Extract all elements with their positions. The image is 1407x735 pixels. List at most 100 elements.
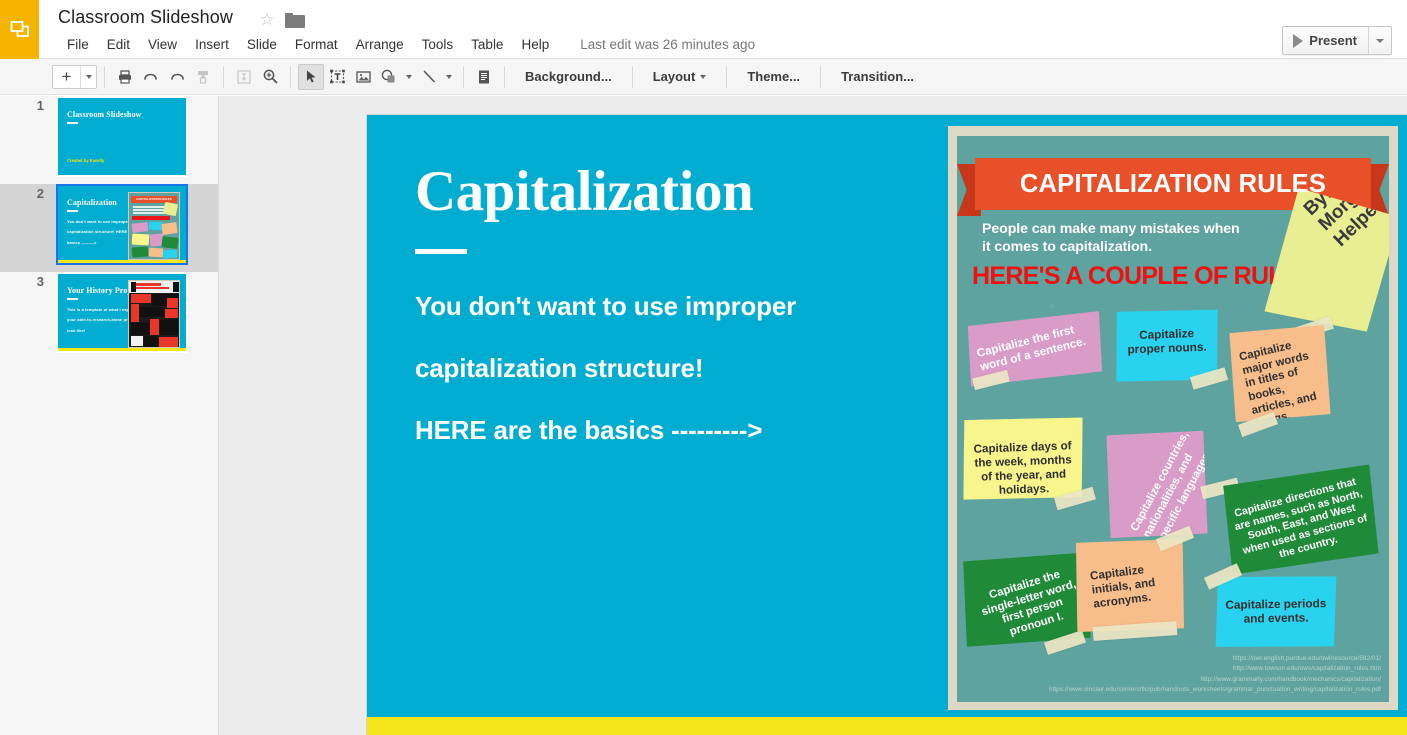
filmstrip-slide-2[interactable]: 2 Capitalization You don't want to use i… xyxy=(0,184,218,272)
thumbnail-accent-bar xyxy=(58,348,186,351)
redo-icon[interactable] xyxy=(164,64,190,90)
sticky-note-4-text: Capitalize days of the week, months of t… xyxy=(973,439,1072,497)
google-slides-window: Classroom Slideshow ☆ File Edit View Ins… xyxy=(0,0,1407,735)
thumbnail-poster-image xyxy=(128,280,180,348)
thumbnail-rule xyxy=(67,122,78,124)
line-icon[interactable] xyxy=(416,64,442,90)
edit-group xyxy=(112,64,216,90)
paint-format-icon[interactable] xyxy=(190,64,216,90)
menu-slide[interactable]: Slide xyxy=(238,35,286,54)
notes-group xyxy=(471,64,497,90)
new-slide-control: + xyxy=(52,64,97,89)
present-button-label: Present xyxy=(1309,33,1357,48)
play-icon xyxy=(1293,33,1304,48)
app-header: Classroom Slideshow ☆ File Edit View Ins… xyxy=(0,0,1407,59)
divider xyxy=(631,65,633,88)
divider xyxy=(504,65,505,88)
slide-thumbnail[interactable]: Capitalization You don't want to use imp… xyxy=(56,184,188,265)
select-icon[interactable] xyxy=(298,63,324,90)
source-link-1: https://owl.english.purdue.edu/owl/resou… xyxy=(1232,654,1381,662)
menu-help[interactable]: Help xyxy=(512,35,558,54)
divider xyxy=(820,65,822,88)
menu-table[interactable]: Table xyxy=(462,35,512,54)
last-edit-status[interactable]: Last edit was 26 minutes ago xyxy=(580,37,755,52)
shape-dropdown[interactable] xyxy=(402,64,416,90)
source-link-3: http://www.grammarly.com/handbook/mechan… xyxy=(1200,675,1381,683)
capitalization-rules-poster[interactable]: CAPITALIZATION RULES People can make man… xyxy=(948,126,1398,710)
thumbnail-poster-image: CAPITALIZATION RULES xyxy=(128,192,180,260)
slide-canvas[interactable]: Capitalization You don't want to use imp… xyxy=(219,96,1407,735)
menu-file[interactable]: File xyxy=(58,35,98,54)
menu-tools[interactable]: Tools xyxy=(413,35,463,54)
slide-number: 2 xyxy=(36,186,44,201)
image-icon[interactable] xyxy=(350,64,376,90)
line-dropdown[interactable] xyxy=(442,64,456,90)
insert-group xyxy=(298,63,456,90)
slide-body-line-1: You don't want to use improper xyxy=(415,291,797,321)
sticky-note-5: Capitalize countries, nationalities, and s… xyxy=(1103,429,1210,542)
document-title[interactable]: Classroom Slideshow xyxy=(58,7,233,28)
sticky-note-6: Capitalize directions that are names, su… xyxy=(1219,463,1384,578)
sticky-note-9-text: Capitalize periods and events. xyxy=(1225,596,1327,626)
undo-icon[interactable] xyxy=(138,64,164,90)
theme-button[interactable]: Theme... xyxy=(734,64,813,90)
menu-insert[interactable]: Insert xyxy=(186,35,238,54)
shape-icon[interactable] xyxy=(376,64,402,90)
sticky-note-9: Capitalize periods and events. xyxy=(1214,575,1337,649)
speaker-notes-icon[interactable] xyxy=(471,64,497,90)
slide-thumbnail-content: Your History Project This is a template … xyxy=(58,274,186,351)
slide-title-rule xyxy=(415,249,467,254)
new-slide-button[interactable]: + xyxy=(53,67,80,87)
divider xyxy=(223,65,224,88)
menu-format[interactable]: Format xyxy=(286,35,347,54)
slide-thumbnail-content: Classroom Slideshow Created by Easelly xyxy=(58,98,186,175)
menu-view[interactable]: View xyxy=(139,35,186,54)
folder-icon[interactable] xyxy=(285,13,305,28)
view-group xyxy=(231,64,283,90)
slide-filmstrip[interactable]: 1 Classroom Slideshow Created by Easelly… xyxy=(0,96,219,735)
slide-thumbnail[interactable]: Classroom Slideshow Created by Easelly xyxy=(56,96,188,177)
sticky-note-3: Capitalize major words in titles of book… xyxy=(1226,323,1333,425)
star-icon[interactable]: ☆ xyxy=(258,11,276,29)
chevron-down-icon xyxy=(85,74,92,79)
background-button[interactable]: Background... xyxy=(512,64,625,90)
sticky-note-8-text: Capitalize initials, and acronyms. xyxy=(1089,563,1156,611)
slide-thumbnail[interactable]: Your History Project This is a template … xyxy=(56,272,188,353)
print-icon[interactable] xyxy=(112,64,138,90)
sticky-note-2-text: Capitalize proper nouns. xyxy=(1127,326,1207,357)
divider xyxy=(726,65,728,88)
text-box-icon[interactable] xyxy=(324,64,350,90)
thumbnail-title: Capitalization xyxy=(67,198,117,207)
fit-to-window-icon[interactable] xyxy=(231,64,257,90)
slide-title[interactable]: Capitalization xyxy=(415,163,754,220)
source-link-4: https://www.sinclair.edu/centers/tlc/pub… xyxy=(1048,686,1381,694)
layout-button[interactable]: Layout xyxy=(640,64,720,90)
sticky-note-3-text: Capitalize major words in titles of book… xyxy=(1238,339,1318,417)
current-slide[interactable]: Capitalization You don't want to use imp… xyxy=(367,115,1407,735)
thumbnail-subtitle: Created by Easelly xyxy=(67,158,105,163)
layout-button-label: Layout xyxy=(652,69,696,84)
sticky-note-4: Capitalize days of the week, months of t… xyxy=(961,416,1086,502)
present-button[interactable]: Present xyxy=(1283,27,1369,54)
filmstrip-slide-3[interactable]: 3 Your History Project This is a templat… xyxy=(0,272,218,360)
chevron-down-icon xyxy=(406,74,412,79)
transition-button[interactable]: Transition... xyxy=(828,64,927,90)
divider xyxy=(104,65,105,88)
present-dropdown-button[interactable] xyxy=(1369,27,1391,54)
new-slide-dropdown[interactable] xyxy=(81,74,96,79)
menu-bar: File Edit View Insert Slide Format Arran… xyxy=(58,33,755,55)
menu-edit[interactable]: Edit xyxy=(98,35,139,54)
zoom-icon[interactable] xyxy=(257,64,283,90)
sticky-note-6-text: Capitalize directions that are names, su… xyxy=(1233,475,1369,561)
slide-number: 1 xyxy=(36,98,44,113)
filmstrip-slide-1[interactable]: 1 Classroom Slideshow Created by Easelly xyxy=(0,96,218,184)
sticky-note-1-text: Capitalize the first word of a sentence. xyxy=(975,323,1087,374)
menu-arrange[interactable]: Arrange xyxy=(347,35,413,54)
divider xyxy=(463,65,464,88)
slide-body-text[interactable]: You don't want to use improper capitaliz… xyxy=(415,293,845,479)
divider xyxy=(290,65,291,88)
poster-headline: HERE'S A COUPLE OF RULES! xyxy=(972,262,1323,290)
thumbnail-rule xyxy=(67,210,78,212)
slides-logo-icon[interactable] xyxy=(0,0,39,59)
chevron-down-icon xyxy=(700,74,707,79)
